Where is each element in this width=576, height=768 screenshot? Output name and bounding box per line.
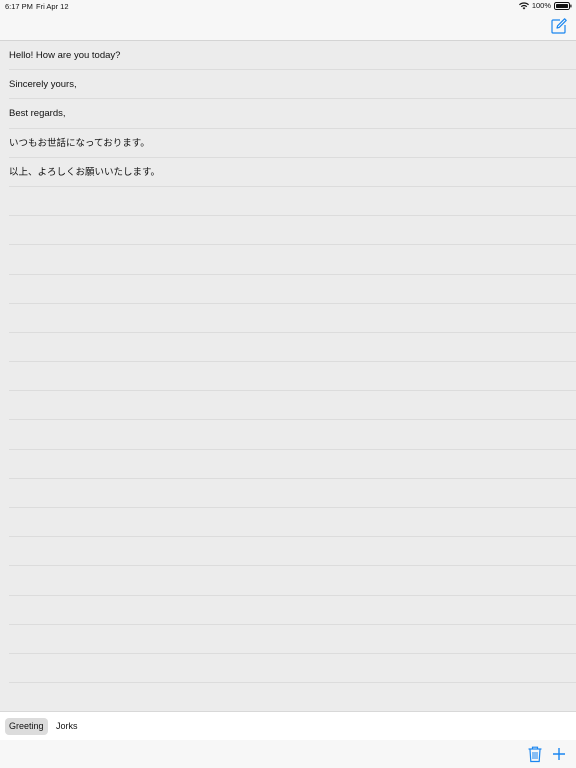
phrase-row[interactable] bbox=[9, 216, 576, 246]
add-button[interactable] bbox=[551, 745, 567, 763]
phrase-row[interactable] bbox=[9, 596, 576, 625]
delete-button[interactable] bbox=[527, 745, 543, 763]
phrase-row[interactable] bbox=[9, 479, 576, 508]
phrase-row[interactable] bbox=[9, 566, 576, 596]
bottom-toolbar bbox=[0, 740, 576, 768]
category-bar: Greeting Jorks bbox=[0, 711, 576, 740]
phrase-row[interactable] bbox=[9, 420, 576, 450]
phrase-list[interactable]: Hello! How are you today? Sincerely yours… bbox=[0, 41, 576, 711]
phrase-row[interactable]: Hello! How are you today? bbox=[9, 41, 576, 71]
category-tab-jorks[interactable]: Jorks bbox=[52, 718, 82, 735]
app-screen: 6:17 PM Fri Apr 12 100% Hello! How are y… bbox=[0, 0, 576, 768]
status-indicators: 100% bbox=[518, 1, 572, 10]
phrase-row[interactable] bbox=[9, 275, 576, 304]
phrase-row[interactable] bbox=[9, 245, 576, 275]
phrase-row[interactable] bbox=[9, 362, 576, 392]
trash-icon bbox=[528, 746, 542, 763]
phrase-row[interactable] bbox=[9, 187, 576, 217]
status-time: 6:17 PM bbox=[5, 2, 33, 11]
category-tab-greeting[interactable]: Greeting bbox=[5, 718, 48, 735]
status-date: Fri Apr 12 bbox=[36, 2, 69, 11]
plus-icon bbox=[553, 748, 565, 760]
phrase-row[interactable] bbox=[9, 450, 576, 479]
phrase-row[interactable] bbox=[9, 508, 576, 538]
phrase-row[interactable] bbox=[9, 625, 576, 654]
battery-percentage: 100% bbox=[531, 1, 551, 10]
phrase-row[interactable] bbox=[9, 654, 576, 684]
phrase-row[interactable] bbox=[9, 391, 576, 421]
phrase-row[interactable] bbox=[9, 333, 576, 363]
phrase-row[interactable]: Sincerely yours, bbox=[9, 70, 576, 100]
status-bar: 6:17 PM Fri Apr 12 100% bbox=[0, 0, 576, 12]
wifi-icon bbox=[518, 1, 529, 10]
battery-icon bbox=[554, 1, 572, 10]
phrase-row[interactable] bbox=[9, 304, 576, 333]
compose-icon bbox=[551, 18, 567, 34]
navigation-bar bbox=[0, 12, 576, 41]
phrase-row[interactable]: 以上、よろしくお願いいたします。 bbox=[9, 158, 576, 187]
phrase-row[interactable] bbox=[9, 683, 576, 711]
compose-button[interactable] bbox=[550, 17, 568, 35]
phrase-row[interactable]: いつもお世話になっております。 bbox=[9, 129, 576, 158]
phrase-row[interactable] bbox=[9, 537, 576, 567]
phrase-row[interactable]: Best regards, bbox=[9, 99, 576, 129]
